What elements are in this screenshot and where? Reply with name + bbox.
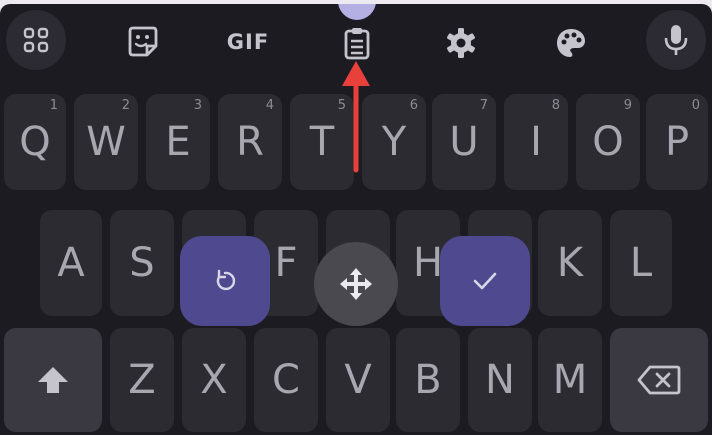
key-a[interactable]: A — [40, 210, 102, 316]
sticker-icon — [128, 26, 158, 57]
key-q[interactable]: Q1 — [4, 94, 66, 190]
key-l[interactable]: L — [610, 210, 672, 316]
key-w[interactable]: W2 — [74, 94, 138, 190]
backspace-key[interactable] — [610, 328, 708, 432]
shift-icon — [38, 367, 68, 393]
palette-icon — [557, 29, 585, 57]
key-r[interactable]: R4 — [218, 94, 282, 190]
key-hint: 0 — [691, 98, 700, 113]
key-label: M — [552, 357, 588, 403]
key-label: S — [129, 240, 155, 286]
key-e[interactable]: E3 — [146, 94, 210, 190]
key-u[interactable]: U7 — [432, 94, 496, 190]
keyboard: GIF Q 1 W 2 E 3 R 4 T 5 Y 6 U 7 I 8 O 9 … — [0, 4, 712, 435]
reset-size-button[interactable] — [180, 236, 270, 326]
gif-button[interactable]: GIF — [218, 22, 278, 62]
key-i[interactable]: I8 — [504, 94, 568, 190]
red-arrow-up — [342, 61, 370, 173]
clipboard-icon — [344, 28, 370, 60]
theme-button[interactable] — [548, 20, 594, 66]
settings-button[interactable] — [438, 20, 484, 66]
key-label: Z — [128, 357, 156, 403]
key-label: U — [449, 119, 479, 165]
key-z[interactable]: Z — [110, 328, 174, 432]
key-label: I — [530, 119, 542, 165]
key-label: Q — [19, 119, 51, 165]
key-hint: 9 — [623, 98, 632, 113]
key-label: A — [57, 240, 85, 286]
check-icon — [473, 272, 497, 290]
key-label: E — [165, 119, 191, 165]
key-hint: 8 — [551, 98, 560, 113]
key-hint: 7 — [479, 98, 488, 113]
reset-icon — [216, 269, 236, 291]
key-label: Y — [381, 119, 407, 165]
key-label: T — [309, 119, 335, 165]
resize-handle[interactable] — [338, 4, 376, 20]
key-s[interactable]: S — [110, 210, 174, 316]
confirm-size-button[interactable] — [440, 236, 530, 326]
key-hint: 4 — [265, 98, 274, 113]
key-label: K — [556, 240, 584, 286]
key-label: L — [629, 240, 653, 286]
gear-icon — [447, 28, 475, 58]
key-c[interactable]: C — [254, 328, 318, 432]
key-o[interactable]: O9 — [576, 94, 640, 190]
microphone-icon — [664, 25, 688, 55]
key-hint: 6 — [409, 98, 418, 113]
voice-input-button[interactable] — [646, 10, 706, 70]
sticker-button[interactable] — [118, 20, 168, 64]
key-label: F — [274, 240, 298, 286]
key-label: B — [414, 357, 442, 403]
key-m[interactable]: M — [538, 328, 602, 432]
key-label: C — [272, 357, 300, 403]
key-b[interactable]: B — [396, 328, 460, 432]
key-label: R — [236, 119, 264, 165]
key-label: P — [664, 119, 690, 165]
backspace-icon — [637, 365, 681, 395]
key-x[interactable]: X — [182, 328, 246, 432]
key-n[interactable]: N — [468, 328, 532, 432]
key-label: N — [485, 357, 515, 403]
key-label: H — [412, 240, 444, 286]
apps-button[interactable] — [6, 10, 66, 70]
move-keyboard-button[interactable] — [314, 242, 398, 326]
key-label: X — [200, 357, 228, 403]
key-k[interactable]: K — [538, 210, 602, 316]
key-v[interactable]: V — [326, 328, 390, 432]
shift-key[interactable] — [4, 328, 102, 432]
key-hint: 1 — [49, 98, 58, 113]
apps-grid-icon — [23, 27, 49, 53]
key-hint: 3 — [193, 98, 202, 113]
key-p[interactable]: P0 — [646, 94, 708, 190]
key-label: O — [592, 119, 624, 165]
key-label: V — [344, 357, 372, 403]
move-icon — [340, 268, 372, 300]
key-hint: 2 — [121, 98, 130, 113]
key-label: W — [86, 119, 126, 165]
